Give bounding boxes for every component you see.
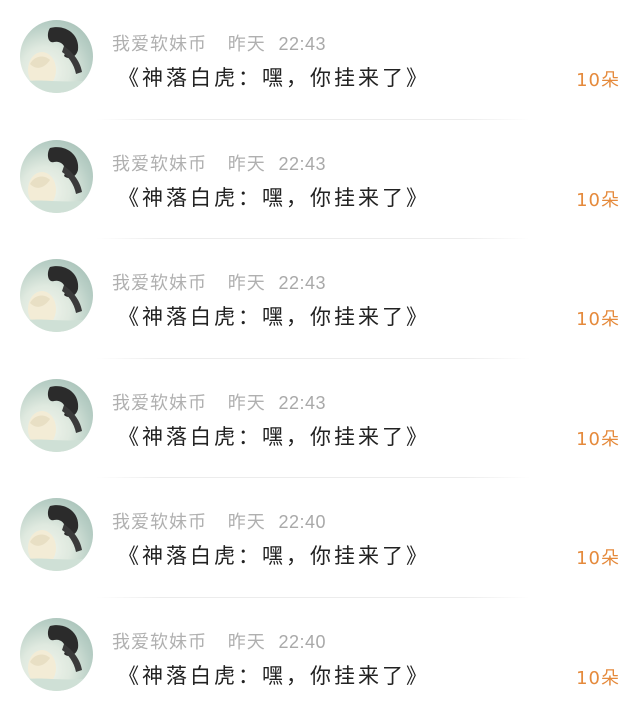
day-label: 昨天 xyxy=(228,273,266,294)
sender-name[interactable]: 我爱软妹币 xyxy=(112,393,207,414)
avatar[interactable] xyxy=(20,20,93,93)
message-text: 《神落白虎：嘿，你挂来了》 xyxy=(118,62,430,92)
item-meta: 我爱软妹币 昨天 22:43 xyxy=(112,389,326,415)
avatar[interactable] xyxy=(20,498,93,571)
time-label: 22:43 xyxy=(278,154,326,174)
list-item[interactable]: 我爱软妹币 昨天 22:43 《神落白虎：嘿，你挂来了》 10朵 xyxy=(0,0,640,120)
sender-name[interactable]: 我爱软妹币 xyxy=(112,154,207,175)
day-label: 昨天 xyxy=(228,632,266,653)
time-label: 22:43 xyxy=(278,34,326,54)
message-text: 《神落白虎：嘿，你挂来了》 xyxy=(118,182,430,212)
time-label: 22:43 xyxy=(278,273,326,293)
item-meta: 我爱软妹币 昨天 22:40 xyxy=(112,628,326,654)
sender-name[interactable]: 我爱软妹币 xyxy=(112,273,207,294)
message-text: 《神落白虎：嘿，你挂来了》 xyxy=(118,660,430,690)
day-label: 昨天 xyxy=(228,512,266,533)
list-item[interactable]: 我爱软妹币 昨天 22:43 《神落白虎：嘿，你挂来了》 10朵 xyxy=(0,359,640,479)
gift-count: 10朵 xyxy=(576,425,620,451)
list-item[interactable]: 我爱软妹币 昨天 22:43 《神落白虎：嘿，你挂来了》 10朵 xyxy=(0,120,640,240)
day-label: 昨天 xyxy=(228,34,266,55)
gift-count: 10朵 xyxy=(576,66,620,92)
day-label: 昨天 xyxy=(228,154,266,175)
item-meta: 我爱软妹币 昨天 22:43 xyxy=(112,30,326,56)
message-text: 《神落白虎：嘿，你挂来了》 xyxy=(118,421,430,451)
gift-count: 10朵 xyxy=(576,544,620,570)
list-item[interactable]: 我爱软妹币 昨天 22:40 《神落白虎：嘿，你挂来了》 10朵 xyxy=(0,478,640,598)
day-label: 昨天 xyxy=(228,393,266,414)
message-text: 《神落白虎：嘿，你挂来了》 xyxy=(118,301,430,331)
gift-count: 10朵 xyxy=(576,305,620,331)
sender-name[interactable]: 我爱软妹币 xyxy=(112,34,207,55)
sender-name[interactable]: 我爱软妹币 xyxy=(112,632,207,653)
gift-count: 10朵 xyxy=(576,664,620,690)
gift-record-list: 我爱软妹币 昨天 22:43 《神落白虎：嘿，你挂来了》 10朵 我爱软妹币 昨… xyxy=(0,0,640,717)
message-text: 《神落白虎：嘿，你挂来了》 xyxy=(118,540,430,570)
avatar[interactable] xyxy=(20,259,93,332)
time-label: 22:40 xyxy=(278,512,326,532)
item-meta: 我爱软妹币 昨天 22:40 xyxy=(112,508,326,534)
gift-count: 10朵 xyxy=(576,186,620,212)
list-item[interactable]: 我爱软妹币 昨天 22:40 《神落白虎：嘿，你挂来了》 10朵 xyxy=(0,598,640,717)
avatar[interactable] xyxy=(20,140,93,213)
avatar[interactable] xyxy=(20,618,93,691)
time-label: 22:40 xyxy=(278,632,326,652)
time-label: 22:43 xyxy=(278,393,326,413)
item-meta: 我爱软妹币 昨天 22:43 xyxy=(112,269,326,295)
list-item[interactable]: 我爱软妹币 昨天 22:43 《神落白虎：嘿，你挂来了》 10朵 xyxy=(0,239,640,359)
sender-name[interactable]: 我爱软妹币 xyxy=(112,512,207,533)
avatar[interactable] xyxy=(20,379,93,452)
item-meta: 我爱软妹币 昨天 22:43 xyxy=(112,150,326,176)
